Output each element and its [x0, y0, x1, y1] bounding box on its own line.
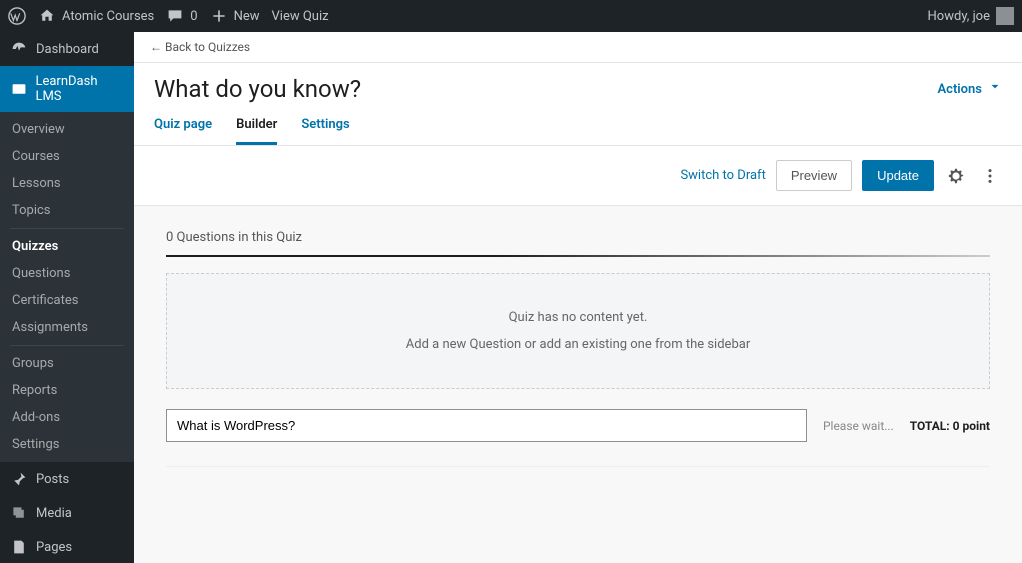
content: ← Back to Quizzes What do you know? Acti… [134, 32, 1022, 563]
sidebar-label: Posts [36, 472, 69, 487]
howdy-text: Howdy, joe [928, 9, 990, 24]
editor-toolbar: Switch to Draft Preview Update [134, 146, 1022, 206]
wordpress-icon [8, 7, 26, 25]
submenu-topics[interactable]: Topics [0, 197, 134, 224]
divider [166, 466, 990, 467]
builder-body: 0 Questions in this Quiz Quiz has no con… [134, 206, 1022, 491]
back-to-quizzes-link[interactable]: ← Back to Quizzes [134, 32, 1022, 63]
submenu-settings[interactable]: Settings [0, 431, 134, 458]
sidebar-item-dashboard[interactable]: Dashboard [0, 32, 134, 66]
pages-icon [10, 538, 28, 556]
new-question-input[interactable] [166, 409, 807, 442]
howdy-link[interactable]: Howdy, joe [928, 7, 1014, 25]
tabs: Quiz page Builder Settings [154, 117, 1002, 145]
sidebar-label: Dashboard [36, 42, 99, 57]
media-icon [10, 504, 28, 522]
submenu-assignments[interactable]: Assignments [0, 314, 134, 341]
sidebar-label: LearnDash LMS [35, 74, 124, 104]
sidebar-item-pages[interactable]: Pages [0, 530, 134, 563]
admin-bar: Atomic Courses 0 New View Quiz Howdy, jo… [0, 0, 1022, 32]
wp-logo[interactable] [8, 7, 26, 25]
sidebar-label: Pages [36, 540, 72, 555]
plus-icon [210, 7, 228, 25]
learndash-submenu: Overview Courses Lessons Topics Quizzes … [0, 112, 134, 462]
empty-line-1: Quiz has no content yet. [187, 310, 969, 325]
submenu-reports[interactable]: Reports [0, 377, 134, 404]
submenu-overview[interactable]: Overview [0, 116, 134, 143]
view-quiz-label: View Quiz [272, 9, 329, 24]
actions-label: Actions [937, 82, 982, 97]
pin-icon [10, 470, 28, 488]
submenu-questions[interactable]: Questions [0, 260, 134, 287]
comments-link[interactable]: 0 [166, 7, 197, 25]
empty-state: Quiz has no content yet. Add a new Quest… [166, 273, 990, 389]
comments-count: 0 [190, 9, 197, 24]
empty-line-2: Add a new Question or add an existing on… [187, 337, 969, 352]
site-name-link[interactable]: Atomic Courses [38, 7, 154, 25]
submenu-groups[interactable]: Groups [0, 350, 134, 377]
learndash-icon [10, 80, 27, 98]
submenu-quizzes[interactable]: Quizzes [0, 233, 134, 260]
submenu-separator [10, 345, 124, 346]
comment-icon [166, 7, 184, 25]
sidebar-label: Media [36, 506, 72, 521]
kebab-icon [981, 167, 999, 185]
sidebar-item-learndash[interactable]: LearnDash LMS [0, 66, 134, 112]
submenu-separator [10, 228, 124, 229]
submenu-lessons[interactable]: Lessons [0, 170, 134, 197]
avatar [996, 7, 1014, 25]
divider [166, 255, 990, 257]
settings-gear-button[interactable] [944, 164, 968, 188]
new-question-row: Please wait... TOTAL: 0 point [166, 409, 990, 442]
gear-icon [947, 167, 965, 185]
new-link[interactable]: New [210, 7, 260, 25]
submenu-addons[interactable]: Add-ons [0, 404, 134, 431]
tab-builder[interactable]: Builder [236, 117, 277, 145]
preview-button[interactable]: Preview [776, 160, 852, 191]
tab-settings[interactable]: Settings [301, 117, 349, 145]
chevron-down-icon [988, 80, 1002, 98]
submenu-certificates[interactable]: Certificates [0, 287, 134, 314]
sidebar-item-media[interactable]: Media [0, 496, 134, 530]
page-header: What do you know? Actions Quiz page Buil… [134, 63, 1022, 146]
view-quiz-link[interactable]: View Quiz [272, 9, 329, 24]
actions-dropdown[interactable]: Actions [937, 80, 1002, 98]
dashboard-icon [10, 40, 28, 58]
wait-text: Please wait... [823, 419, 894, 433]
submenu-courses[interactable]: Courses [0, 143, 134, 170]
total-points: TOTAL: 0 point [910, 419, 990, 433]
home-icon [38, 7, 56, 25]
admin-sidebar: Dashboard LearnDash LMS Overview Courses… [0, 32, 134, 563]
question-count: 0 Questions in this Quiz [166, 230, 990, 245]
more-options-button[interactable] [978, 164, 1002, 188]
sidebar-item-posts[interactable]: Posts [0, 462, 134, 496]
update-button[interactable]: Update [862, 160, 934, 191]
tab-quiz-page[interactable]: Quiz page [154, 117, 212, 145]
switch-to-draft-link[interactable]: Switch to Draft [680, 168, 765, 183]
page-title: What do you know? [154, 75, 361, 103]
new-label: New [234, 9, 260, 24]
site-name: Atomic Courses [62, 9, 154, 24]
